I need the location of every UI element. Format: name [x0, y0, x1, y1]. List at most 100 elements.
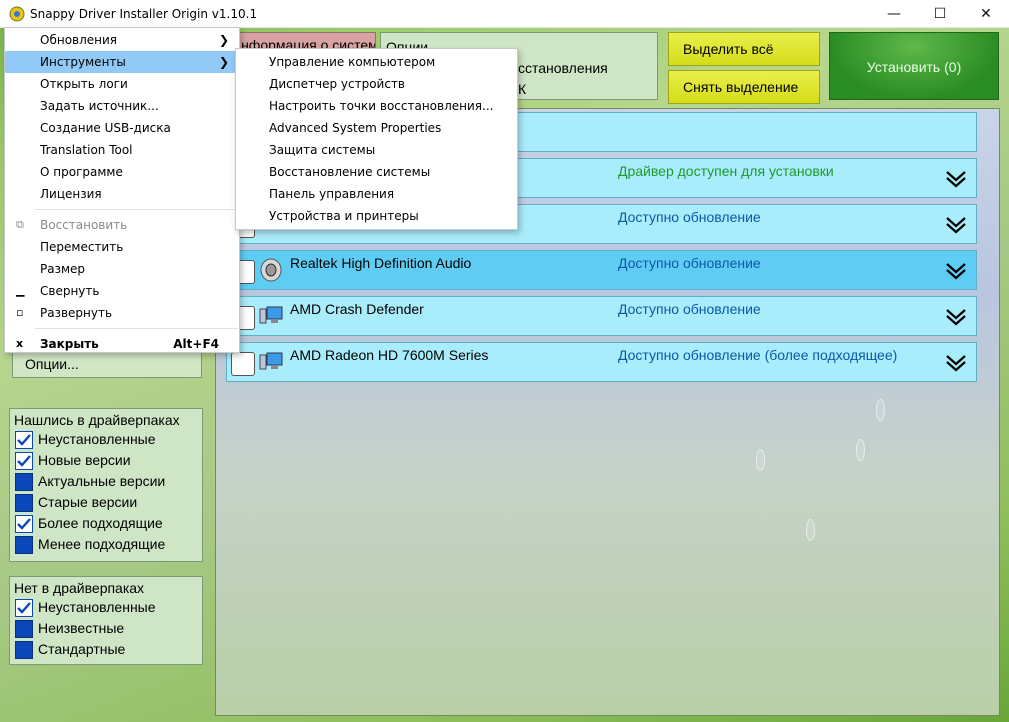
menu-item-close[interactable]: x Закрыть Alt+F4 — [5, 333, 239, 355]
device-checkbox[interactable] — [231, 352, 255, 376]
title-bar: Snappy Driver Installer Origin v1.10.1 —… — [0, 0, 1009, 28]
left-options-button[interactable]: Опции... — [12, 352, 202, 378]
menu-item-tools[interactable]: Инструменты ❯ — [5, 51, 239, 73]
menu-item-minimize[interactable]: ▁ Свернуть — [5, 280, 239, 302]
menu-item-label: Панель управления — [269, 187, 395, 201]
minimize-button[interactable]: — — [871, 0, 917, 28]
filter-item[interactable]: Новые версии — [14, 451, 198, 472]
monitor-icon — [259, 352, 283, 370]
menu-item-label: Восстановление системы — [269, 165, 431, 179]
menu-item-translation-tool[interactable]: Translation Tool — [5, 139, 239, 161]
filter-checkbox[interactable] — [15, 431, 33, 449]
filter-checkbox[interactable] — [15, 494, 33, 512]
filter-checkbox[interactable] — [15, 620, 33, 638]
select-all-button[interactable]: Выделить всё — [668, 32, 820, 66]
filter-label: Неустановленные — [38, 599, 156, 615]
submenu-item-device-manager[interactable]: Диспетчер устройств — [236, 73, 517, 95]
menu-item-label: Лицензия — [40, 187, 102, 201]
filter-checkbox[interactable] — [15, 641, 33, 659]
menu-item-label: Настроить точки восстановления... — [269, 99, 494, 113]
menu-item-move[interactable]: Переместить — [5, 236, 239, 258]
chevron-down-icon[interactable] — [945, 261, 967, 281]
chevron-down-icon[interactable] — [945, 307, 967, 327]
menu-item-open-logs[interactable]: Открыть логи — [5, 73, 239, 95]
filter-item[interactable]: Старые версии — [14, 493, 198, 514]
chevron-right-icon: ❯ — [218, 55, 229, 69]
install-button[interactable]: Установить (0) — [829, 32, 999, 100]
menu-item-label: Защита системы — [269, 143, 376, 157]
filter-item[interactable]: Стандартные — [14, 640, 198, 661]
menu-item-label: Размер — [40, 262, 86, 276]
device-row[interactable]: AMD Crash Defender Доступно обновление — [226, 296, 977, 336]
deselect-button[interactable]: Снять выделение — [668, 70, 820, 104]
chevron-down-icon[interactable] — [945, 353, 967, 373]
submenu-item-control-panel[interactable]: Панель управления — [236, 183, 517, 205]
submenu-item-restore-points[interactable]: Настроить точки восстановления... — [236, 95, 517, 117]
submenu-item-devices-printers[interactable]: Устройства и принтеры — [236, 205, 517, 227]
menu-item-label: Translation Tool — [40, 143, 133, 157]
checkmark-icon — [17, 518, 31, 530]
filter-label: Более подходящие — [38, 515, 163, 531]
filter-item[interactable]: Актуальные версии — [14, 472, 198, 493]
filter-checkbox[interactable] — [15, 599, 33, 617]
filter-label: Стандартные — [38, 641, 126, 657]
submenu-item-system-restore[interactable]: Восстановление системы — [236, 161, 517, 183]
filter-item[interactable]: Неустановленные — [14, 598, 198, 619]
checkmark-icon — [17, 602, 31, 614]
menu-item-label: Открыть логи — [40, 77, 128, 91]
checkmark-icon — [17, 434, 31, 446]
left-options-label: Опции... — [25, 356, 79, 372]
monitor-icon — [259, 306, 283, 324]
panel-title: Нашлись в драйверпаках — [14, 412, 180, 428]
menu-item-label: Развернуть — [40, 306, 113, 320]
close-button[interactable]: ✕ — [963, 0, 1009, 28]
filter-item[interactable]: Неизвестные — [14, 619, 198, 640]
checkmark-icon — [17, 455, 31, 467]
submenu-item-system-protection[interactable]: Защита системы — [236, 139, 517, 161]
menu-item-label: Диспетчер устройств — [269, 77, 406, 91]
device-name: AMD Crash Defender — [290, 301, 424, 317]
device-status: Доступно обновление (более подходящее) — [618, 347, 898, 363]
menu-item-maximize[interactable]: ▫ Развернуть — [5, 302, 239, 324]
menu-item-set-source[interactable]: Задать источник... — [5, 95, 239, 117]
filter-item[interactable]: Более подходящие — [14, 514, 198, 535]
menu-item-updates[interactable]: Обновления ❯ — [5, 29, 239, 51]
menu-item-create-usb[interactable]: Создание USB-диска — [5, 117, 239, 139]
minimize-icon: ▁ — [16, 284, 25, 297]
menu-item-label: Обновления — [40, 33, 118, 47]
filter-label: Новые версии — [38, 452, 131, 468]
filter-label: Менее подходящие — [38, 536, 166, 552]
deselect-label: Снять выделение — [683, 79, 799, 95]
filter-label: Неизвестные — [38, 620, 125, 636]
submenu-item-computer-management[interactable]: Управление компьютером — [236, 51, 517, 73]
filter-checkbox[interactable] — [15, 515, 33, 533]
menu-item-label: Переместить — [40, 240, 124, 254]
device-row[interactable]: Realtek High Definition Audio Доступно о… — [226, 250, 977, 290]
chevron-right-icon: ❯ — [218, 33, 229, 47]
menu-item-label: Свернуть — [40, 284, 100, 298]
submenu-item-advanced-system-properties[interactable]: Advanced System Properties — [236, 117, 517, 139]
filter-checkbox[interactable] — [15, 473, 33, 491]
filter-checkbox[interactable] — [15, 452, 33, 470]
menu-item-about[interactable]: О программе — [5, 161, 239, 183]
main-context-menu: Обновления ❯ Инструменты ❯ Открыть логи За… — [4, 27, 240, 353]
not-in-driverpacks-panel: Нет в драйверпаках Неустановленные Неизв… — [9, 576, 203, 665]
menu-item-license[interactable]: Лицензия — [5, 183, 239, 205]
menu-item-restore: ⧉ Восстановить — [5, 214, 239, 236]
speaker-icon — [260, 258, 282, 282]
device-status: Доступно обновление — [618, 301, 761, 317]
menu-item-size[interactable]: Размер — [5, 258, 239, 280]
select-all-label: Выделить всё — [683, 41, 774, 57]
filter-checkbox[interactable] — [15, 536, 33, 554]
chevron-down-icon[interactable] — [945, 215, 967, 235]
device-row[interactable]: AMD Radeon HD 7600M Series Доступно обно… — [226, 342, 977, 382]
tools-submenu: Управление компьютером Диспетчер устройс… — [235, 48, 518, 230]
menu-item-label: О программе — [40, 165, 123, 179]
chevron-down-icon[interactable] — [945, 169, 967, 189]
filter-label: Старые версии — [38, 494, 138, 510]
filter-item[interactable]: Менее подходящие — [14, 535, 198, 556]
maximize-button[interactable]: ☐ — [917, 0, 963, 28]
filter-item[interactable]: Неустановленные — [14, 430, 198, 451]
menu-separator — [35, 328, 238, 329]
menu-item-label: Восстановить — [40, 218, 128, 232]
